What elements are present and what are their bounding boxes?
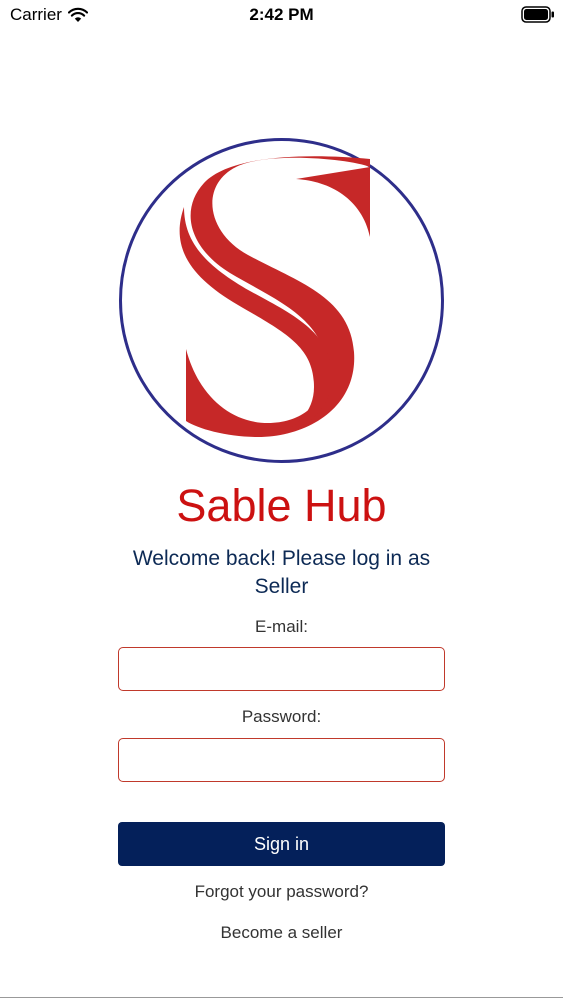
- become-seller-link[interactable]: Become a seller: [0, 923, 563, 943]
- brand-name: Sable Hub: [176, 480, 387, 531]
- password-label: Password:: [241, 707, 322, 726]
- password-field[interactable]: [118, 738, 445, 782]
- status-bar: Carrier 2:42 PM: [0, 0, 563, 30]
- email-label: E-mail:: [255, 617, 308, 636]
- battery-icon: [521, 6, 554, 23]
- bottom-divider: [0, 997, 563, 998]
- sable-hub-logo: [119, 138, 444, 463]
- sign-in-button[interactable]: Sign in: [118, 822, 445, 866]
- login-screen: Carrier 2:42 PM Sable Hub Welcome back! …: [0, 0, 563, 1000]
- status-time: 2:42 PM: [249, 5, 314, 24]
- welcome-message: Welcome back! Please log in as Seller: [132, 547, 431, 598]
- email-field[interactable]: [118, 647, 445, 691]
- forgot-password-link[interactable]: Forgot your password?: [0, 882, 563, 902]
